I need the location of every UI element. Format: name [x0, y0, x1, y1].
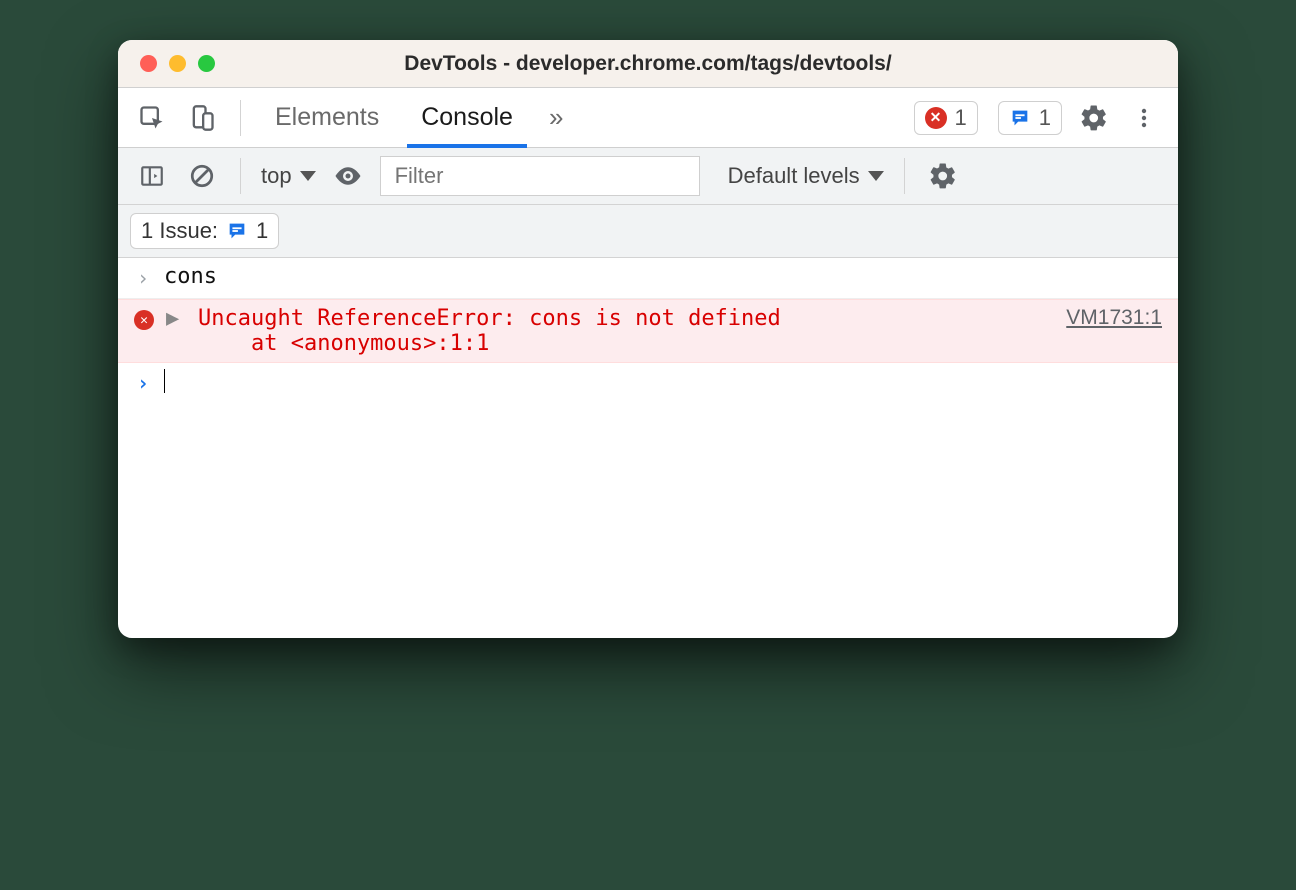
- inspect-element-icon[interactable]: [134, 100, 170, 136]
- console-log-area[interactable]: › cons ✕ ▶ Uncaught ReferenceError: cons…: [118, 258, 1178, 638]
- issues-icon: [1009, 107, 1031, 129]
- error-count: 1: [955, 105, 967, 131]
- issues-count-badge[interactable]: 1: [998, 101, 1062, 135]
- console-prompt-row[interactable]: ›: [118, 363, 1178, 403]
- separator: [240, 158, 241, 194]
- live-expression-icon[interactable]: [330, 158, 366, 194]
- log-level-label: Default levels: [728, 163, 860, 189]
- execution-context-label: top: [261, 163, 292, 189]
- close-window-button[interactable]: [140, 55, 157, 72]
- log-level-selector[interactable]: Default levels: [728, 163, 884, 189]
- minimize-window-button[interactable]: [169, 55, 186, 72]
- settings-icon[interactable]: [1076, 100, 1112, 136]
- main-tabbar: Elements Console » ✕ 1 1: [118, 88, 1178, 148]
- window-title: DevTools - developer.chrome.com/tags/dev…: [118, 52, 1178, 76]
- console-toolbar: top Default levels: [118, 148, 1178, 205]
- console-past-input-row[interactable]: › cons: [118, 258, 1178, 299]
- tab-console[interactable]: Console: [407, 88, 527, 147]
- kebab-menu-icon[interactable]: [1126, 100, 1162, 136]
- error-text-line2: at <anonymous>:1:1: [198, 331, 1054, 356]
- tab-elements[interactable]: Elements: [261, 88, 393, 147]
- disclosure-triangle-icon[interactable]: ▶: [166, 306, 180, 331]
- console-past-input-text: cons: [164, 264, 217, 289]
- prompt-chevron-icon: ›: [134, 369, 152, 397]
- clear-console-icon[interactable]: [184, 158, 220, 194]
- issues-icon: [226, 220, 248, 242]
- console-error-row[interactable]: ✕ ▶ Uncaught ReferenceError: cons is not…: [118, 299, 1178, 363]
- error-source-link[interactable]: VM1731:1: [1066, 306, 1162, 330]
- separator: [904, 158, 905, 194]
- filter-input[interactable]: [380, 156, 700, 196]
- toggle-console-sidebar-icon[interactable]: [134, 158, 170, 194]
- error-count-badge[interactable]: ✕ 1: [914, 101, 978, 135]
- chevron-down-icon: [300, 171, 316, 181]
- titlebar: DevTools - developer.chrome.com/tags/dev…: [118, 40, 1178, 88]
- error-icon: ✕: [925, 107, 947, 129]
- chevron-down-icon: [868, 171, 884, 181]
- issues-count: 1: [1039, 105, 1051, 131]
- issues-bar: 1 Issue: 1: [118, 205, 1178, 258]
- separator: [240, 100, 241, 136]
- devtools-window: DevTools - developer.chrome.com/tags/dev…: [118, 40, 1178, 638]
- error-text-line1: Uncaught ReferenceError: cons is not def…: [198, 306, 1054, 331]
- device-toolbar-icon[interactable]: [184, 100, 220, 136]
- issues-label: 1 Issue:: [141, 218, 218, 244]
- text-caret: [164, 369, 165, 393]
- error-icon: ✕: [134, 310, 154, 330]
- filter-input-field[interactable]: [393, 162, 687, 190]
- more-tabs-icon[interactable]: »: [541, 102, 571, 133]
- console-error-message: Uncaught ReferenceError: cons is not def…: [198, 306, 1054, 356]
- issues-pill[interactable]: 1 Issue: 1: [130, 213, 279, 249]
- execution-context-selector[interactable]: top: [261, 163, 316, 189]
- console-settings-icon[interactable]: [925, 158, 961, 194]
- chevron-right-icon: ›: [134, 264, 152, 292]
- issues-pill-count: 1: [256, 218, 268, 244]
- window-controls: [118, 55, 215, 72]
- zoom-window-button[interactable]: [198, 55, 215, 72]
